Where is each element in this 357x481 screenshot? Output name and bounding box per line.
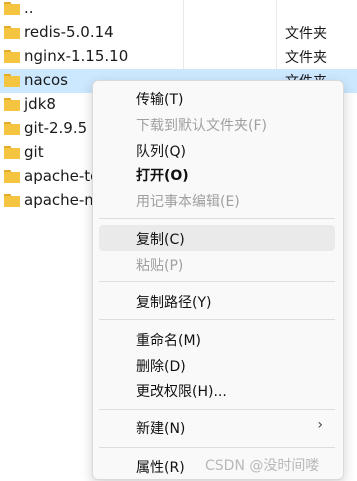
file-name: nginx-1.15.10	[24, 47, 129, 65]
file-name: ..	[24, 0, 34, 17]
file-row[interactable]: nginx-1.15.10 文件夹	[0, 45, 357, 69]
menu-separator	[99, 409, 335, 410]
menu-item-label: 更改权限(H)...	[136, 384, 227, 400]
file-type: 文件夹	[285, 50, 327, 66]
file-name: git	[24, 143, 44, 161]
menu-item-label: 粘贴(P)	[136, 258, 184, 274]
file-name: redis-5.0.14	[24, 23, 114, 41]
menu-item-rename[interactable]: 重命名(M)	[99, 326, 335, 352]
file-name: git-2.9.5	[24, 119, 88, 137]
menu-item-edit-notepad[interactable]: 用记事本编辑(E)	[99, 187, 335, 213]
file-name: apache-to	[24, 167, 100, 185]
menu-item-copy[interactable]: 复制(C)	[99, 225, 335, 251]
menu-separator	[99, 319, 335, 320]
folder-icon	[4, 146, 20, 159]
folder-icon	[4, 122, 20, 135]
menu-item-label: 复制路径(Y)	[136, 295, 212, 311]
menu-separator	[99, 281, 335, 282]
file-row[interactable]: redis-5.0.14 文件夹	[0, 21, 357, 45]
context-menu: 传输(T) 下载到默认文件夹(F) 队列(Q) 打开(O) 用记事本编辑(E) …	[92, 80, 344, 480]
folder-icon	[4, 170, 20, 183]
menu-item-label: 打开(O)	[136, 168, 189, 184]
menu-item-label: 用记事本编辑(E)	[136, 194, 240, 210]
menu-item-open[interactable]: 打开(O)	[99, 161, 335, 187]
file-row[interactable]: ..	[0, 0, 357, 21]
menu-item-label: 传输(T)	[136, 92, 184, 108]
file-name: jdk8	[24, 95, 56, 113]
folder-icon	[4, 98, 20, 111]
menu-separator	[99, 218, 335, 219]
menu-item-new[interactable]: 新建(N) ›	[99, 414, 335, 440]
menu-item-label: 新建(N)	[136, 421, 186, 437]
menu-item-queue[interactable]: 队列(Q)	[99, 137, 335, 163]
menu-item-copy-path[interactable]: 复制路径(Y)	[99, 288, 335, 314]
menu-item-label: 复制(C)	[136, 232, 185, 248]
folder-icon	[4, 2, 20, 15]
menu-item-transfer[interactable]: 传输(T)	[99, 85, 335, 111]
watermark: CSDN @没时间喽	[205, 458, 320, 474]
folder-icon	[4, 50, 20, 63]
menu-item-delete[interactable]: 删除(D)	[99, 352, 335, 378]
menu-item-paste[interactable]: 粘贴(P)	[99, 251, 335, 277]
menu-separator	[99, 447, 335, 448]
folder-icon	[4, 194, 20, 207]
menu-item-label: 下载到默认文件夹(F)	[136, 118, 267, 134]
file-name: nacos	[24, 71, 68, 89]
folder-icon	[4, 26, 20, 39]
menu-item-label: 队列(Q)	[136, 144, 186, 160]
file-type: 文件夹	[285, 26, 327, 42]
menu-item-download-default[interactable]: 下载到默认文件夹(F)	[99, 111, 335, 137]
menu-item-label: 删除(D)	[136, 359, 186, 375]
folder-icon	[4, 74, 20, 87]
menu-item-label: 重命名(M)	[136, 333, 202, 349]
menu-item-label: 属性(R)	[136, 460, 185, 476]
chevron-right-icon: ›	[317, 417, 323, 433]
menu-item-change-permissions[interactable]: 更改权限(H)...	[99, 377, 335, 403]
file-name: apache-m	[24, 191, 99, 209]
